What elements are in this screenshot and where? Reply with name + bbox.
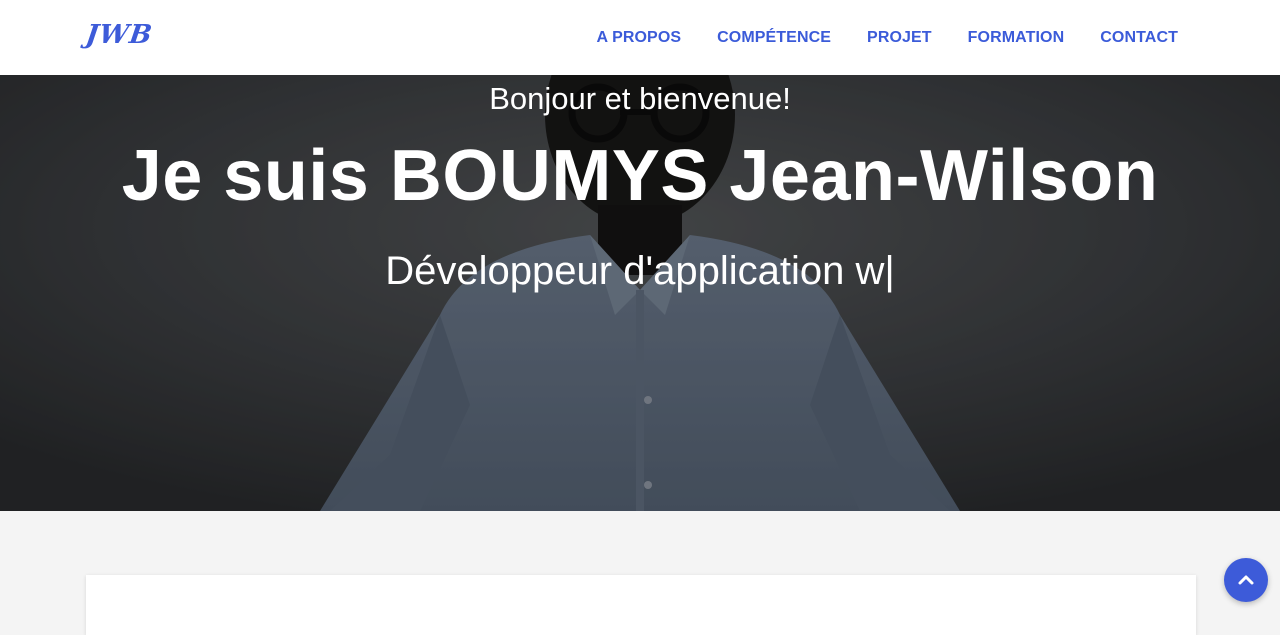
nav-link-about[interactable]: A PROPOS (596, 29, 681, 46)
nav-menu: A PROPOS COMPÉTENCE PROJET FORMATION CON… (596, 0, 1178, 75)
hero-role-typing: Développeur d'application w| (385, 249, 895, 293)
nav-link-education[interactable]: FORMATION (968, 29, 1065, 46)
hero-name: Je suis BOUMYS Jean-Wilson (121, 136, 1159, 216)
scroll-to-top-button[interactable] (1224, 558, 1268, 602)
nav-item-skills: COMPÉTENCE (717, 29, 831, 47)
nav-item-projects: PROJET (867, 29, 932, 47)
nav-item-about: A PROPOS (596, 29, 681, 47)
about-section (0, 511, 1280, 635)
nav-item-contact: CONTACT (1100, 29, 1178, 47)
brand-logo[interactable]: JWB (84, 20, 155, 50)
content-card (86, 575, 1196, 635)
hero-section: Bonjour et bienvenue! Je suis BOUMYS Jea… (0, 75, 1280, 511)
hero-greeting: Bonjour et bienvenue! (489, 81, 791, 116)
chevron-up-icon (1238, 575, 1254, 585)
navbar: JWB A PROPOS COMPÉTENCE PROJET FORMATION… (0, 0, 1280, 75)
nav-link-contact[interactable]: CONTACT (1100, 29, 1178, 46)
nav-link-skills[interactable]: COMPÉTENCE (717, 29, 831, 46)
nav-link-projects[interactable]: PROJET (867, 29, 932, 46)
nav-item-education: FORMATION (968, 29, 1065, 47)
